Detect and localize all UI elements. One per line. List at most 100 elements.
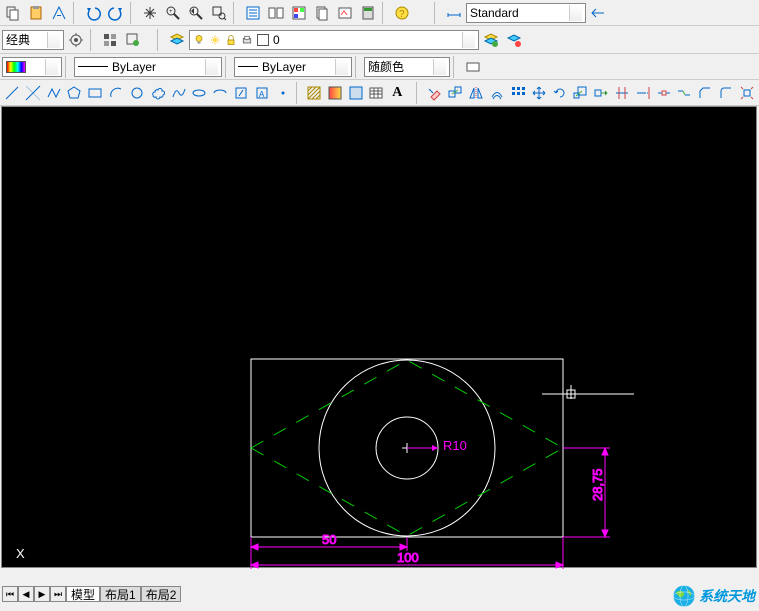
spline-button[interactable] [169, 82, 189, 104]
dim-100-label: 100 [397, 550, 419, 565]
mtext-button[interactable]: A [387, 82, 407, 104]
plotstyle-label: 随颜色 [368, 58, 404, 75]
markup-button[interactable] [334, 2, 356, 24]
color-dropdown[interactable] [2, 57, 62, 77]
scale-button[interactable] [570, 82, 590, 104]
tab-scroll-next[interactable]: ▶ [34, 586, 50, 602]
undo-button[interactable] [82, 2, 104, 24]
break-button[interactable] [654, 82, 674, 104]
rectangle-button[interactable] [85, 82, 105, 104]
zoom-rt-button[interactable]: + [162, 2, 184, 24]
copy-obj-button[interactable] [445, 82, 465, 104]
revcloud-button[interactable] [148, 82, 168, 104]
tab-scroll-prev[interactable]: ◀ [18, 586, 34, 602]
watermark-text: 系统天地 [699, 586, 755, 606]
paste-button[interactable] [25, 2, 47, 24]
gradient-button[interactable] [325, 82, 345, 104]
svg-text:+: + [169, 9, 173, 15]
layer-state-button[interactable] [480, 29, 502, 51]
layer-name-label: 0 [273, 33, 280, 47]
trim-button[interactable] [612, 82, 632, 104]
redo-button[interactable] [105, 2, 127, 24]
prop-extra-button[interactable] [462, 56, 484, 78]
join-button[interactable] [675, 82, 695, 104]
copy-button[interactable] [2, 2, 24, 24]
array-button[interactable] [508, 82, 528, 104]
layer-manager-button[interactable] [166, 29, 188, 51]
color-swatch-icon [6, 61, 26, 73]
design-center-button[interactable] [265, 2, 287, 24]
zoom-prev-button[interactable] [185, 2, 207, 24]
region-button[interactable] [346, 82, 366, 104]
erase-button[interactable] [425, 82, 445, 104]
pline-button[interactable] [44, 82, 64, 104]
linetype-preview-icon [78, 66, 108, 67]
rotate-button[interactable] [550, 82, 570, 104]
insert-block-button[interactable] [231, 82, 251, 104]
dimstyle-button[interactable] [443, 2, 465, 24]
drawing-svg: R10 50 100 28,75 [2, 107, 758, 569]
xline-button[interactable] [23, 82, 43, 104]
workspace-settings-button[interactable] [65, 29, 87, 51]
calc-button[interactable] [357, 2, 379, 24]
offset-button[interactable] [487, 82, 507, 104]
table-button[interactable] [367, 82, 387, 104]
lock-icon [225, 34, 237, 46]
chamfer-button[interactable] [695, 82, 715, 104]
dimstyle-dropdown[interactable]: Standard [466, 3, 586, 23]
pan-button[interactable] [139, 2, 161, 24]
tab-scroll[interactable]: ⏮ ◀ ▶ ⏭ [2, 586, 66, 602]
plot-icon [241, 34, 253, 46]
radius-label: R10 [443, 438, 467, 453]
svg-text:A: A [259, 90, 265, 99]
make-block-button[interactable]: A [252, 82, 272, 104]
stretch-button[interactable] [591, 82, 611, 104]
layer-dropdown[interactable]: 0 [189, 30, 479, 50]
polygon-button[interactable] [64, 82, 84, 104]
lineweight-dropdown[interactable]: ByLayer [234, 57, 352, 77]
block-edit-button[interactable] [122, 29, 144, 51]
dimstyle-label: Standard [470, 6, 519, 20]
move-button[interactable] [529, 82, 549, 104]
layer-color-swatch [257, 34, 269, 46]
lightbulb-on-icon [193, 34, 205, 46]
toolbar-standard: + ? Standard [0, 0, 759, 26]
help-button[interactable]: ? [391, 2, 413, 24]
hatch-button[interactable] [304, 82, 324, 104]
fillet-button[interactable] [716, 82, 736, 104]
extend-button[interactable] [633, 82, 653, 104]
dim-update-button[interactable] [587, 2, 609, 24]
globe-icon [671, 583, 697, 609]
tab-scroll-first[interactable]: ⏮ [2, 586, 18, 602]
tab-model[interactable]: 模型 [66, 586, 100, 602]
workspace-dropdown[interactable]: 经典 [2, 30, 64, 50]
plotstyle-dropdown[interactable]: 随颜色 [364, 57, 450, 77]
workspace-label: 经典 [6, 31, 30, 48]
drawing-canvas[interactable]: R10 50 100 28,75 [1, 106, 757, 568]
linetype-label: ByLayer [112, 60, 156, 74]
dim-50-label: 50 [322, 532, 336, 547]
zoom-win-button[interactable] [208, 2, 230, 24]
lineweight-label: ByLayer [262, 60, 306, 74]
arc-button[interactable] [106, 82, 126, 104]
linetype-dropdown[interactable]: ByLayer [74, 57, 222, 77]
circle-button[interactable] [127, 82, 147, 104]
toolbar-draw-modify: A A [0, 80, 759, 106]
layer-prev-button[interactable] [503, 29, 525, 51]
block-ref-button[interactable] [99, 29, 121, 51]
dim-h-label: 28,75 [590, 468, 605, 501]
point-button[interactable] [273, 82, 293, 104]
line-button[interactable] [2, 82, 22, 104]
tab-layout1[interactable]: 布局1 [100, 586, 141, 602]
ellipse-button[interactable] [189, 82, 209, 104]
tab-layout2[interactable]: 布局2 [141, 586, 182, 602]
sheet-set-button[interactable] [311, 2, 333, 24]
mirror-button[interactable] [466, 82, 486, 104]
toolbar-layers: 经典 0 [0, 26, 759, 54]
tab-scroll-last[interactable]: ⏭ [50, 586, 66, 602]
properties-button[interactable] [242, 2, 264, 24]
tool-palette-button[interactable] [288, 2, 310, 24]
ellipse-arc-button[interactable] [210, 82, 230, 104]
match-button[interactable] [48, 2, 70, 24]
explode-button[interactable] [737, 82, 757, 104]
